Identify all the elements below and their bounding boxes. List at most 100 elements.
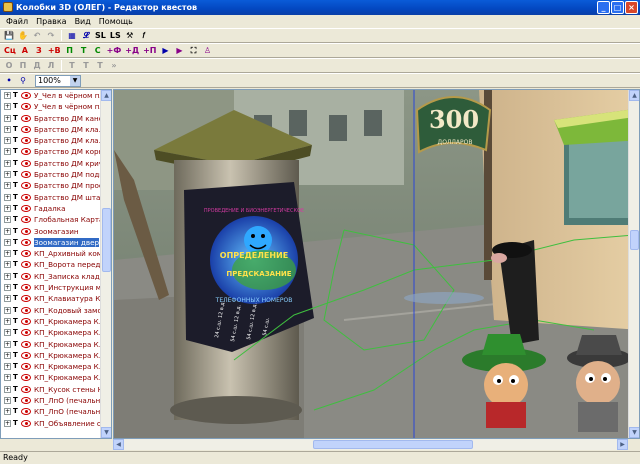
scene-button[interactable]: Сц: [3, 45, 17, 57]
eye-icon[interactable]: [21, 171, 31, 179]
tree-scrollbar[interactable]: ▲ ▼: [100, 90, 111, 438]
tree-item[interactable]: + T Братство ДМ кла...: [1, 135, 111, 146]
p-small-button[interactable]: П: [17, 60, 29, 72]
menu-help[interactable]: Помощь: [95, 15, 137, 28]
eye-icon[interactable]: [21, 397, 31, 405]
sound-button[interactable]: З: [33, 45, 45, 57]
tree-item[interactable]: + T Гадалка: [1, 203, 111, 214]
t1-button[interactable]: Т: [66, 60, 78, 72]
eye-icon[interactable]: [21, 193, 31, 201]
t2-button[interactable]: Т: [80, 60, 92, 72]
tree-item[interactable]: + T КП_Крюкамера К...: [1, 316, 111, 327]
tree-item[interactable]: + T КП_Крюкамера К...: [1, 361, 111, 372]
expand-icon[interactable]: +: [4, 114, 11, 122]
redo-icon[interactable]: ↷: [45, 30, 57, 42]
viewport-hscroll[interactable]: ◀ ▶: [113, 439, 628, 450]
viewport-vscroll[interactable]: ▲ ▼: [628, 90, 639, 438]
expand-icon[interactable]: +: [4, 284, 11, 292]
tree-item[interactable]: + T Братство ДМ кла...: [1, 124, 111, 135]
expand-icon[interactable]: +: [4, 261, 11, 269]
tree-item[interactable]: + T Братство ДМ крич...: [1, 158, 111, 169]
scroll-up-icon[interactable]: ▲: [629, 90, 639, 101]
scene-viewport[interactable]: 300 ДОЛЛАРОВ ПРОВЕДЕНИЕ И БИОЭНЕРГЕТИЧЕС…: [113, 89, 640, 439]
tree-item[interactable]: + T КП_Записка клад...: [1, 271, 111, 282]
tree-item[interactable]: + T КП_Клавиатура Кр...: [1, 293, 111, 304]
light-icon[interactable]: ⚲: [17, 75, 29, 87]
eye-icon[interactable]: [21, 227, 31, 235]
eye-icon[interactable]: [21, 250, 31, 258]
eye-icon[interactable]: [21, 408, 31, 416]
expand-icon[interactable]: +: [4, 329, 11, 337]
frame-icon[interactable]: ⛶: [188, 45, 200, 57]
tree-item[interactable]: + T КП_Инструкция м...: [1, 282, 111, 293]
tree-item[interactable]: + T КП_ЛпО (печальная...: [1, 395, 111, 406]
title-bar[interactable]: Колобки 3D (ОЛЕГ) - Редактор квестов _ □…: [0, 0, 640, 15]
eye-icon[interactable]: [21, 137, 31, 145]
expand-icon[interactable]: +: [4, 351, 11, 359]
p-button[interactable]: П: [64, 45, 76, 57]
expand-icon[interactable]: +: [4, 125, 11, 133]
maximize-button[interactable]: □: [611, 1, 624, 14]
eye-icon[interactable]: [21, 317, 31, 325]
t3-button[interactable]: Т: [94, 60, 106, 72]
tree-item[interactable]: + T Зоомагазин двер: [1, 237, 111, 248]
menu-edit[interactable]: Правка: [32, 15, 70, 28]
tree-item[interactable]: + T Братство ДМ корн...: [1, 146, 111, 157]
zoom-select[interactable]: 100% ▼: [35, 74, 81, 87]
minimize-button[interactable]: _: [597, 1, 610, 14]
scroll-up-icon[interactable]: ▲: [101, 90, 111, 101]
eye-icon[interactable]: [21, 363, 31, 371]
scroll-down-icon[interactable]: ▼: [629, 427, 639, 438]
tree-item[interactable]: + T КП_Ворота перед ...: [1, 259, 111, 270]
expand-icon[interactable]: +: [4, 272, 11, 280]
eye-icon[interactable]: [21, 92, 31, 99]
tree-item[interactable]: + T У_Чел в чёрном пл...: [1, 101, 111, 112]
expand-icon[interactable]: +: [4, 182, 11, 190]
eye-icon[interactable]: [21, 114, 31, 122]
eye-icon[interactable]: [21, 419, 31, 427]
expand-icon[interactable]: +: [4, 250, 11, 258]
eye-icon[interactable]: [21, 148, 31, 156]
expand-icon[interactable]: +: [4, 397, 11, 405]
expand-icon[interactable]: +: [4, 295, 11, 303]
script-l-icon[interactable]: 𝓛: [80, 30, 92, 42]
tools-icon[interactable]: ⚒: [124, 30, 136, 42]
expand-icon[interactable]: +: [4, 137, 11, 145]
eye-icon[interactable]: [21, 329, 31, 337]
expand-icon[interactable]: +: [4, 385, 11, 393]
scroll-thumb[interactable]: [630, 230, 639, 250]
menu-file[interactable]: Файл: [2, 15, 32, 28]
expand-icon[interactable]: +: [4, 408, 11, 416]
figure-icon[interactable]: ♙: [202, 45, 214, 57]
add-f-button[interactable]: +Ф: [106, 45, 123, 57]
eye-icon[interactable]: [21, 238, 31, 246]
scroll-thumb[interactable]: [313, 440, 473, 449]
expand-icon[interactable]: +: [4, 306, 11, 314]
eye-icon[interactable]: [21, 284, 31, 292]
more-button[interactable]: »: [108, 60, 120, 72]
eye-icon[interactable]: [21, 385, 31, 393]
ls-button[interactable]: LS: [109, 30, 122, 42]
eye-icon[interactable]: [21, 216, 31, 224]
eye-icon[interactable]: [21, 295, 31, 303]
expand-icon[interactable]: +: [4, 193, 11, 201]
tree-item[interactable]: + T КП_Крюкамера К...: [1, 339, 111, 350]
s-button[interactable]: С: [92, 45, 104, 57]
menu-view[interactable]: Вид: [71, 15, 95, 28]
expand-icon[interactable]: +: [4, 216, 11, 224]
scroll-thumb[interactable]: [102, 208, 111, 272]
tree-item[interactable]: + T Братство ДМ кано...: [1, 113, 111, 124]
expand-icon[interactable]: +: [4, 238, 11, 246]
expand-icon[interactable]: +: [4, 159, 11, 167]
tree-item[interactable]: + T Братство ДМ подн...: [1, 169, 111, 180]
tree-item[interactable]: + T КП_Крюкамера К...: [1, 350, 111, 361]
eye-icon[interactable]: [21, 261, 31, 269]
expand-icon[interactable]: +: [4, 171, 11, 179]
eye-icon[interactable]: [21, 272, 31, 280]
tree-item[interactable]: + T КП_ЛпО (печальная...: [1, 406, 111, 417]
tree-item[interactable]: + T КП_Кодовый замо...: [1, 305, 111, 316]
add-d-button[interactable]: +Д: [124, 45, 140, 57]
expand-icon[interactable]: +: [4, 363, 11, 371]
expand-icon[interactable]: +: [4, 148, 11, 156]
scroll-down-icon[interactable]: ▼: [101, 427, 111, 438]
